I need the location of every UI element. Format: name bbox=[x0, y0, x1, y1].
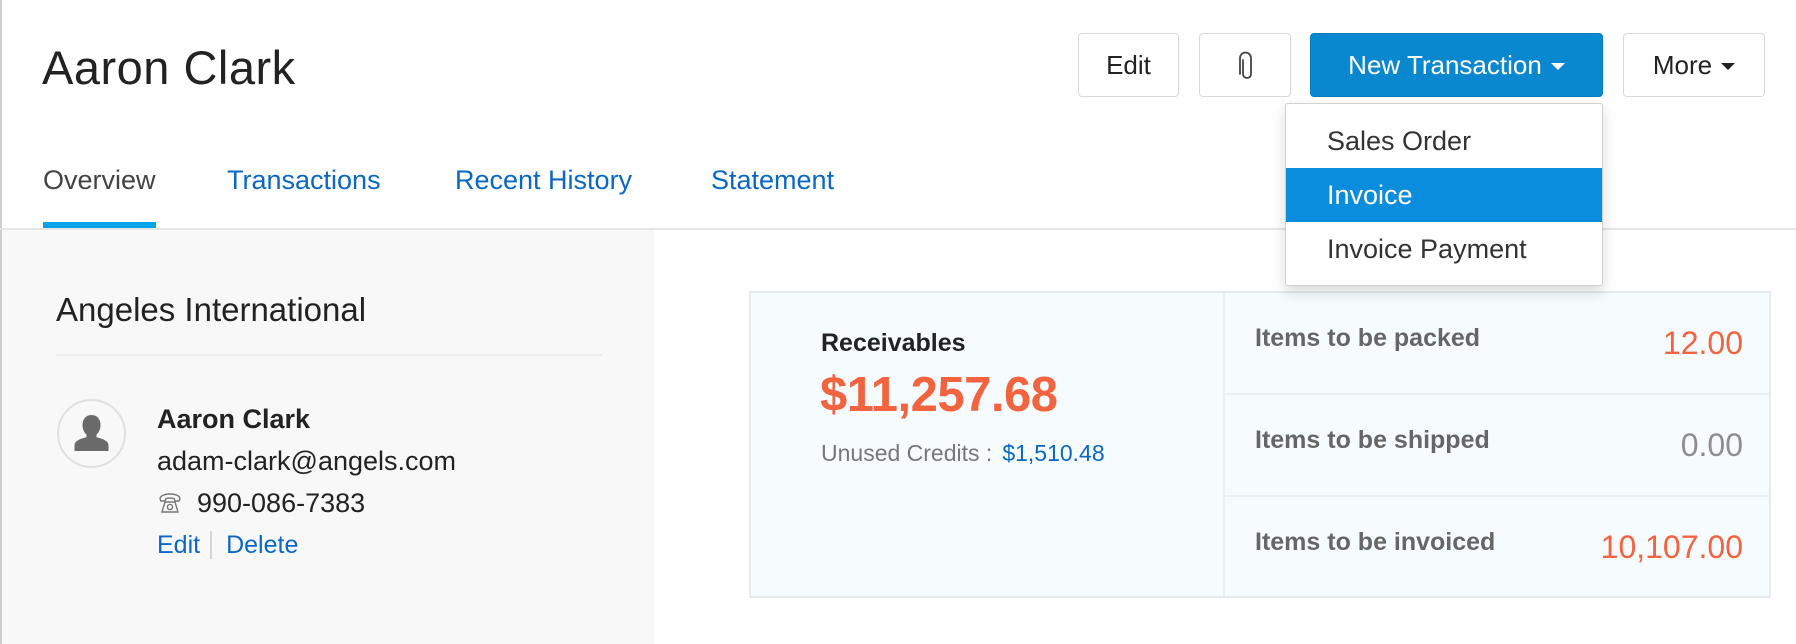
contact-actions: Edit Delete bbox=[157, 524, 456, 566]
new-transaction-menu: Sales Order Invoice Invoice Payment bbox=[1285, 103, 1603, 286]
user-silhouette-icon bbox=[74, 415, 109, 451]
stat-row-invoiced: Items to be invoiced 10,107.00 bbox=[1225, 497, 1769, 598]
stat-row-shipped: Items to be shipped 0.00 bbox=[1225, 395, 1769, 497]
contact-details: Aaron Clark adam-clark@angels.com 990-08… bbox=[157, 398, 456, 566]
divider bbox=[56, 354, 602, 356]
new-transaction-button[interactable]: New Transaction bbox=[1310, 33, 1603, 97]
more-label: More bbox=[1652, 49, 1713, 80]
contact-name: Aaron Clark bbox=[157, 404, 311, 434]
stat-value: 10,107.00 bbox=[1600, 529, 1743, 565]
telephone-icon bbox=[159, 493, 181, 513]
contact-edit-link[interactable]: Edit bbox=[157, 524, 200, 566]
new-transaction-label: New Transaction bbox=[1348, 49, 1542, 80]
company-name: Angeles International bbox=[56, 291, 367, 328]
caret-down-icon bbox=[1550, 63, 1565, 70]
contact-phone: 990-086-7383 bbox=[197, 488, 366, 518]
edit-button-label: Edit bbox=[1106, 49, 1151, 80]
tab-transactions[interactable]: Transactions bbox=[227, 162, 381, 198]
avatar bbox=[57, 399, 126, 468]
summary-card: Receivables $11,257.68 Unused Credits : $… bbox=[749, 291, 1771, 598]
unused-credits: Unused Credits : $1,510.48 bbox=[821, 440, 1105, 467]
stat-label: Items to be shipped bbox=[1255, 425, 1490, 454]
page-title: Aaron Clark bbox=[42, 41, 296, 94]
stat-value: 0.00 bbox=[1680, 426, 1743, 463]
fulfillment-stats: Items to be packed 12.00 Items to be shi… bbox=[1225, 293, 1769, 596]
stat-label: Items to be packed bbox=[1255, 323, 1481, 352]
menu-item-invoice-payment[interactable]: Invoice Payment bbox=[1286, 222, 1602, 276]
stat-value: 12.00 bbox=[1662, 324, 1743, 361]
tab-recent-history[interactable]: Recent History bbox=[455, 162, 632, 198]
contact-phone-row: 990-086-7383 bbox=[157, 482, 456, 524]
receivables-panel: Receivables $11,257.68 Unused Credits : $… bbox=[751, 293, 1225, 596]
unused-credits-value[interactable]: $1,510.48 bbox=[1002, 440, 1104, 466]
receivables-amount: $11,257.68 bbox=[820, 368, 1058, 422]
contact-delete-link[interactable]: Delete bbox=[226, 524, 298, 566]
unused-credits-label: Unused Credits : bbox=[821, 440, 993, 466]
more-button[interactable]: More bbox=[1623, 33, 1765, 97]
attach-button[interactable] bbox=[1199, 33, 1291, 97]
caret-down-icon bbox=[1721, 63, 1736, 70]
stat-label: Items to be invoiced bbox=[1255, 528, 1496, 556]
stat-row-packed: Items to be packed 12.00 bbox=[1225, 293, 1769, 395]
tab-statement[interactable]: Statement bbox=[711, 162, 834, 198]
menu-item-invoice[interactable]: Invoice bbox=[1286, 168, 1602, 222]
contact-email: adam-clark@angels.com bbox=[157, 446, 457, 476]
separator bbox=[210, 531, 213, 559]
receivables-label: Receivables bbox=[821, 329, 966, 357]
menu-item-sales-order[interactable]: Sales Order bbox=[1286, 114, 1602, 168]
paperclip-icon bbox=[1239, 51, 1252, 79]
tab-overview[interactable]: Overview bbox=[43, 162, 156, 228]
contact-sidebar: Angeles International Aaron Clark adam-c… bbox=[2, 230, 654, 644]
edit-button[interactable]: Edit bbox=[1078, 33, 1179, 97]
